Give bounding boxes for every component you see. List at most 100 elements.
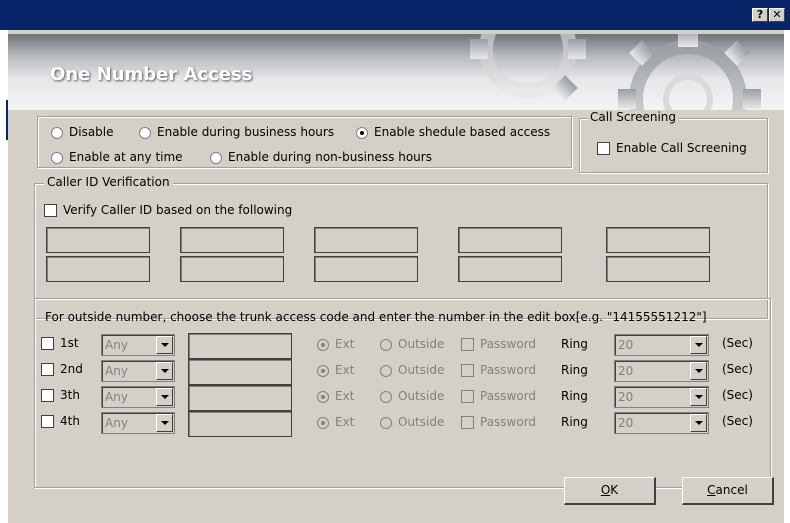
row-enable-checkbox[interactable]: 1st xyxy=(41,336,79,350)
trunk-code-select[interactable]: Any xyxy=(101,334,175,356)
radio-non-business-hours[interactable]: Enable during non-business hours xyxy=(210,150,432,164)
outside-number-field[interactable] xyxy=(188,385,292,411)
radio-circle[interactable] xyxy=(317,416,329,429)
caller-id-field[interactable] xyxy=(314,227,418,253)
chevron-down-icon[interactable] xyxy=(156,362,173,380)
checkbox-box[interactable] xyxy=(41,337,54,350)
chevron-down-icon[interactable] xyxy=(690,388,707,406)
caller-id-field[interactable] xyxy=(314,256,418,282)
radio-label: Enable at any time xyxy=(69,150,183,164)
caller-id-field[interactable] xyxy=(458,256,562,282)
caller-id-field[interactable] xyxy=(46,256,150,282)
caller-id-field[interactable] xyxy=(458,227,562,253)
row-enable-checkbox[interactable]: 3th xyxy=(41,388,80,402)
checkbox-box[interactable] xyxy=(41,389,54,402)
password-checkbox[interactable]: Password xyxy=(461,363,536,377)
outside-number-group: For outside number, choose the trunk acc… xyxy=(34,298,771,488)
ring-select[interactable]: 20 xyxy=(614,412,709,434)
help-button[interactable]: ? xyxy=(752,8,768,22)
checkbox-box[interactable] xyxy=(461,338,474,351)
radio-circle[interactable] xyxy=(380,416,392,429)
ext-radio[interactable]: Ext xyxy=(317,389,354,403)
radio-business-hours[interactable]: Enable during business hours xyxy=(139,125,334,139)
password-checkbox[interactable]: Password xyxy=(461,389,536,403)
ring-value: 20 xyxy=(618,364,634,378)
checkbox-box[interactable] xyxy=(44,204,57,217)
caller-id-field[interactable] xyxy=(606,227,710,253)
trunk-code-select[interactable]: Any xyxy=(101,360,175,382)
checkbox-box[interactable] xyxy=(41,415,54,428)
radio-circle[interactable] xyxy=(139,126,151,139)
ring-select[interactable]: 20 xyxy=(614,334,709,356)
ext-radio[interactable]: Ext xyxy=(317,363,354,377)
radio-circle[interactable] xyxy=(317,364,329,377)
outside-number-field[interactable] xyxy=(188,411,292,437)
cancel-button[interactable]: Cancel xyxy=(682,477,774,505)
ok-button[interactable]: OK xyxy=(564,477,656,505)
ring-select[interactable]: 20 xyxy=(614,360,709,382)
radio-circle[interactable] xyxy=(356,126,368,139)
password-label: Password xyxy=(480,389,537,403)
outside-label: Outside xyxy=(398,415,445,429)
radio-circle[interactable] xyxy=(317,390,329,403)
trunk-code-value: Any xyxy=(105,390,128,404)
enable-call-screening-checkbox[interactable]: Enable Call Screening xyxy=(597,141,747,155)
radio-schedule-based[interactable]: Enable shedule based access xyxy=(356,125,550,139)
checkbox-label: Enable Call Screening xyxy=(616,141,747,155)
radio-circle[interactable] xyxy=(51,151,63,164)
ring-value: 20 xyxy=(618,338,634,352)
trunk-code-value: Any xyxy=(105,364,128,378)
radio-label: Disable xyxy=(69,125,114,139)
chevron-down-icon[interactable] xyxy=(156,336,173,354)
ring-select[interactable]: 20 xyxy=(614,386,709,408)
row-enable-checkbox[interactable]: 2nd xyxy=(41,362,83,376)
caller-id-field[interactable] xyxy=(180,227,284,253)
radio-circle[interactable] xyxy=(380,390,392,403)
trunk-code-select[interactable]: Any xyxy=(101,412,175,434)
radio-circle[interactable] xyxy=(210,151,222,164)
caller-id-field[interactable] xyxy=(46,227,150,253)
checkbox-box[interactable] xyxy=(461,390,474,403)
password-checkbox[interactable]: Password xyxy=(461,415,536,429)
ext-radio[interactable]: Ext xyxy=(317,337,354,351)
row-label: 1st xyxy=(60,336,79,350)
outside-radio[interactable]: Outside xyxy=(380,363,444,377)
outside-label: Outside xyxy=(398,363,445,377)
sec-label: (Sec) xyxy=(722,414,753,428)
radio-circle[interactable] xyxy=(51,126,63,139)
outside-number-field[interactable] xyxy=(188,333,292,359)
outside-number-field[interactable] xyxy=(188,359,292,385)
caller-id-field[interactable] xyxy=(180,256,284,282)
checkbox-box[interactable] xyxy=(461,416,474,429)
outside-radio[interactable]: Outside xyxy=(380,337,444,351)
caller-id-legend: Caller ID Verification xyxy=(44,175,173,189)
caller-id-field[interactable] xyxy=(606,256,710,282)
radio-circle[interactable] xyxy=(380,338,392,351)
ext-label: Ext xyxy=(335,415,355,429)
dialog-body: One Number Access Disable Enable during … xyxy=(8,30,784,523)
chevron-down-icon[interactable] xyxy=(690,336,707,354)
outside-radio[interactable]: Outside xyxy=(380,389,444,403)
radio-circle[interactable] xyxy=(380,364,392,377)
row-enable-checkbox[interactable]: 4th xyxy=(41,414,80,428)
checkbox-box[interactable] xyxy=(41,363,54,376)
chevron-down-icon[interactable] xyxy=(690,414,707,432)
outside-radio[interactable]: Outside xyxy=(380,415,444,429)
ext-label: Ext xyxy=(335,337,355,351)
chevron-down-icon[interactable] xyxy=(156,414,173,432)
checkbox-box[interactable] xyxy=(597,142,610,155)
ok-label: K xyxy=(610,483,619,497)
chevron-down-icon[interactable] xyxy=(156,388,173,406)
close-button[interactable]: ✕ xyxy=(769,8,785,22)
ext-radio[interactable]: Ext xyxy=(317,415,354,429)
outside-row: 4th Any Ext Outside Password Ring 20 (Sec) xyxy=(35,411,772,437)
title-bar: ? ✕ xyxy=(0,0,790,30)
radio-circle[interactable] xyxy=(317,338,329,351)
trunk-code-select[interactable]: Any xyxy=(101,386,175,408)
radio-disable[interactable]: Disable xyxy=(51,125,114,139)
radio-any-time[interactable]: Enable at any time xyxy=(51,150,183,164)
chevron-down-icon[interactable] xyxy=(690,362,707,380)
checkbox-box[interactable] xyxy=(461,364,474,377)
password-checkbox[interactable]: Password xyxy=(461,337,536,351)
verify-caller-id-checkbox[interactable]: Verify Caller ID based on the following xyxy=(44,203,292,217)
